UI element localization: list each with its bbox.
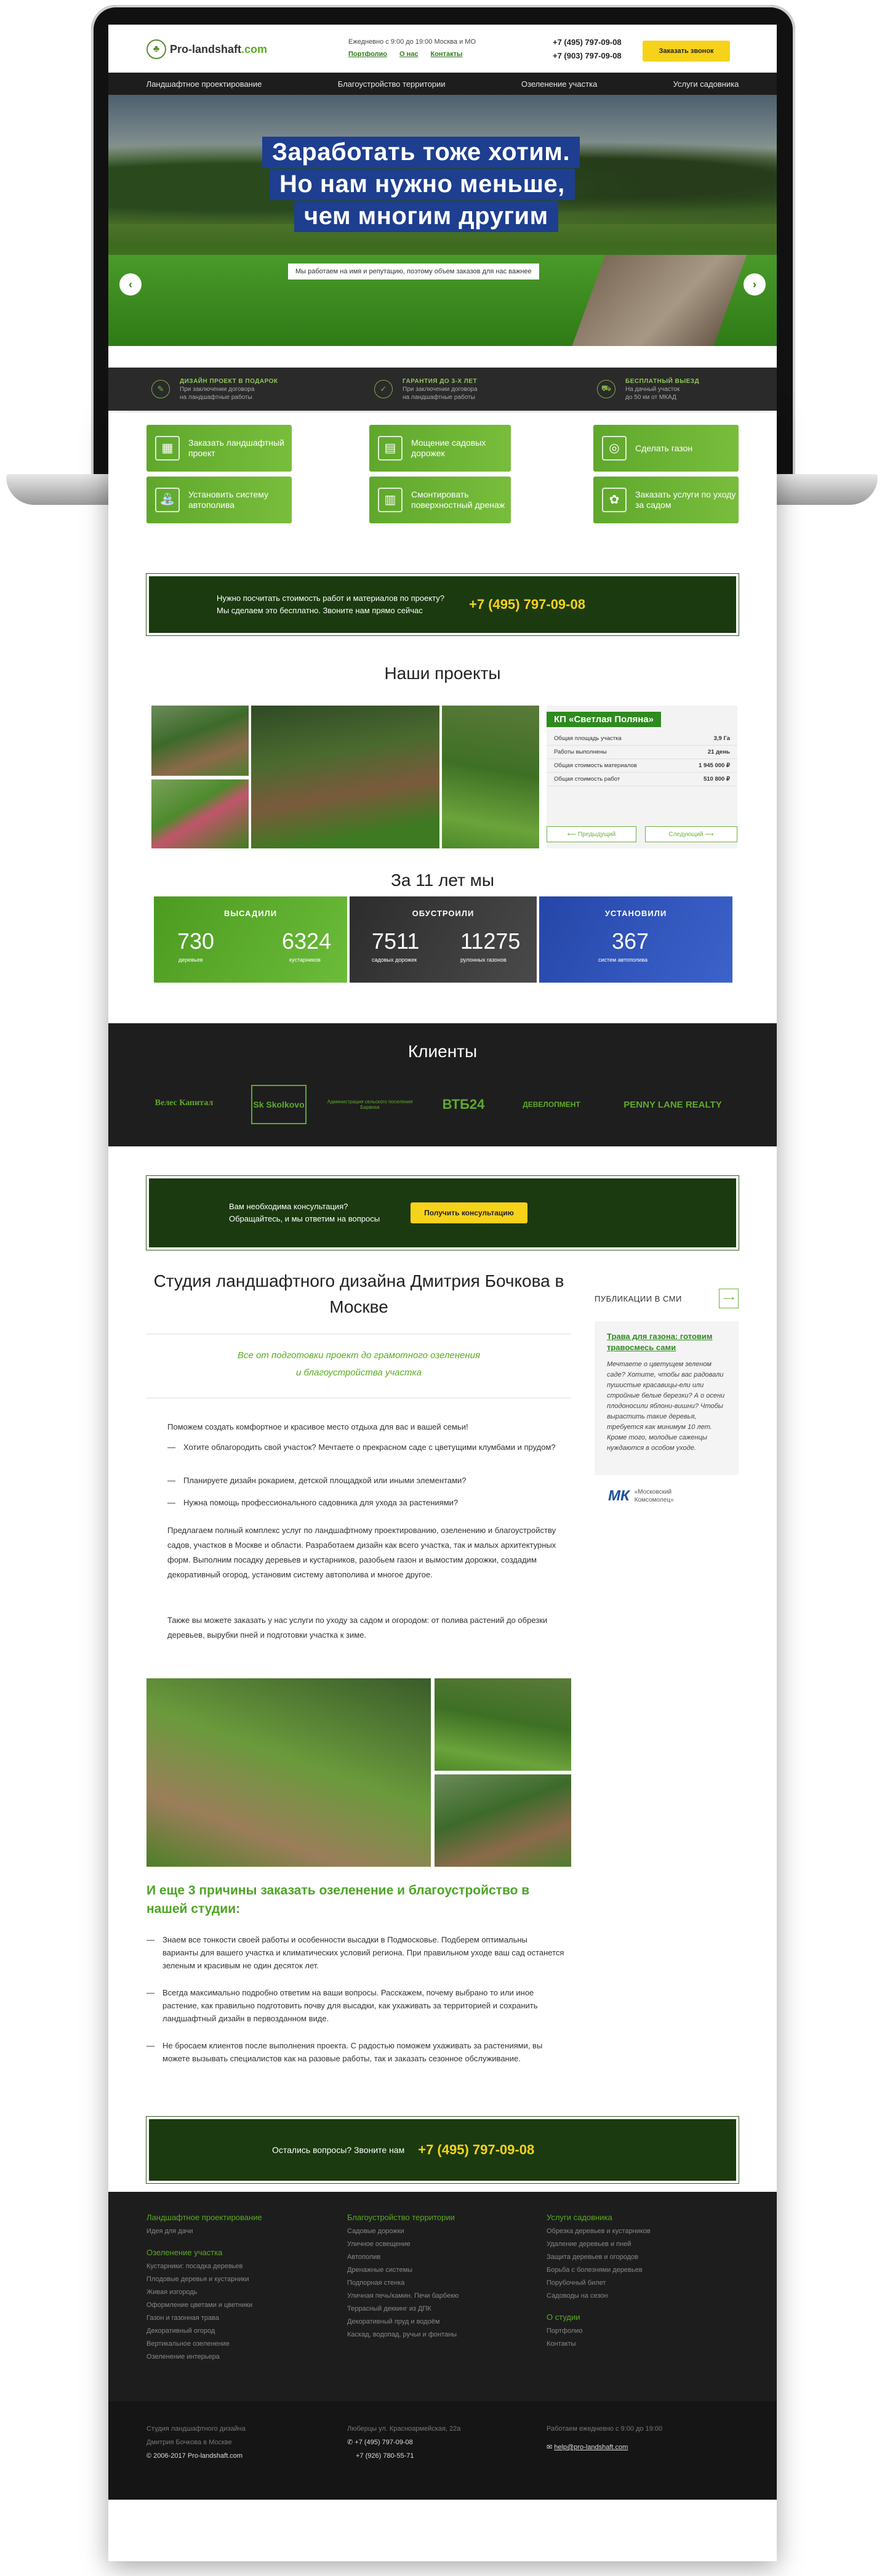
copyright: © 2006-2017 Pro-landshaft.com [146, 2452, 243, 2460]
sidebar-heading: ПУБЛИКАЦИИ В СМИ [595, 1294, 682, 1303]
article-title: Студия ландшафтного дизайна Дмитрия Бочк… [153, 1271, 564, 1316]
article-photo-main[interactable] [146, 1678, 431, 1867]
footer-phone-2[interactable]: +7 (926) 780-55-71 [347, 2449, 460, 2463]
footer-link[interactable]: Обрезка деревьев и кустарников [547, 2225, 651, 2238]
mk-logo: МК [608, 1487, 630, 1504]
footer-email-block: Работаем ежедневно с 9:00 до 19:00 ✉ hel… [547, 2422, 662, 2454]
footer-link[interactable]: Уличное освещение [347, 2238, 459, 2251]
footer-contacts: Люберцы ул. Красноармейская, 22а ✆ +7 (4… [347, 2422, 460, 2463]
article-bullet: Нужна помощь профессионального садовника… [167, 1496, 570, 1509]
footer: Ландшафтное проектирование Идея для дачи… [108, 2192, 777, 2401]
reason-item: Всегда максимально подробно ответим на в… [146, 1986, 565, 2025]
footer-heading[interactable]: О студии [547, 2310, 651, 2325]
footer-hours: Работаем ежедневно с 9:00 до 19:00 [547, 2425, 663, 2433]
reason-item: Знаем все тонкости своей работы и особен… [146, 1933, 565, 1972]
footer-heading[interactable]: Благоустройство территории [347, 2210, 459, 2225]
footer-link[interactable]: Живая изгородь [146, 2286, 262, 2299]
footer-col-2: Благоустройство территории Садовые дорож… [347, 2210, 459, 2341]
footer-link[interactable]: Контакты [547, 2338, 651, 2351]
footer-link[interactable]: Вертикальное озеленение [146, 2338, 262, 2351]
article-bullet: Хотите облагородить свой участок? Мечтае… [167, 1441, 570, 1454]
press-link[interactable]: Трава для газона: готовим травосмесь сам… [607, 1332, 713, 1352]
footer-link[interactable]: Садоводы на сезон [547, 2290, 651, 2303]
footer-heading[interactable]: Услуги садовника [547, 2210, 651, 2225]
footer-heading[interactable]: Ландшафтное проектирование [146, 2210, 262, 2225]
footer-link[interactable]: Дренажные системы [347, 2264, 459, 2277]
article-photo-3[interactable] [435, 1774, 571, 1867]
footer-link[interactable]: Автополив [347, 2251, 459, 2264]
footer-link[interactable]: Порубочный билет [547, 2277, 651, 2290]
reasons-heading: И еще 3 причины заказать озеленение и бл… [146, 1883, 530, 1916]
footer-link[interactable]: Борьба с болезнями деревьев [547, 2264, 651, 2277]
footer-bottom: Студия ландшафтного дизайна Дмитрия Бочк… [108, 2401, 777, 2500]
press-source-name: «Московский Комсомолец» [634, 1489, 674, 1503]
article-paragraph: Также вы можете заказать у нас услуги по… [167, 1616, 548, 1640]
article-bullet: Планируете дизайн рокарием, детской площ… [167, 1474, 570, 1487]
press-quote: Мечтаете о цветущем зеленом саде? Хотите… [607, 1361, 725, 1452]
cta-text: Остались вопросы? Звоните нам [272, 2145, 405, 2155]
footer-link[interactable]: Газон и газонная трава [146, 2312, 262, 2325]
footer-link[interactable]: Террасный деккинг из ДПК [347, 2303, 459, 2316]
footer-link[interactable]: Садовые дорожки [347, 2225, 459, 2238]
footer-link[interactable]: Уличная печь/камин. Печи барбекю [347, 2290, 459, 2303]
footer-link[interactable]: Подпорная стенка [347, 2277, 459, 2290]
footer-link[interactable]: Плодовые деревья и кустарники [146, 2273, 262, 2286]
cta-questions: Остались вопросы? Звоните нам +7 (495) 7… [146, 2116, 739, 2184]
article-lead: Все от подготовки проект до грамотного о… [146, 1347, 571, 1382]
footer-phone-1[interactable]: +7 (495) 797-09-08 [355, 2439, 412, 2446]
footer-link[interactable]: Идея для дачи [146, 2225, 262, 2238]
footer-link[interactable]: Удаление деревьев и пней [547, 2238, 651, 2251]
footer-email[interactable]: help@pro-landshaft.com [554, 2444, 628, 2451]
studio-line: Студия ландшафтного дизайна [146, 2425, 246, 2433]
footer-link[interactable]: Каскад, водопад, ручьи и фонтаны [347, 2328, 459, 2341]
address: Люберцы ул. Красноармейская, 22а [347, 2425, 461, 2433]
article-paragraph: Предлагаем полный комплекс услуг по ланд… [167, 1526, 556, 1579]
phone-icon: ✆ [347, 2439, 355, 2446]
footer-col-3: Услуги садовника Обрезка деревьев и куст… [547, 2210, 651, 2351]
article-layer: Студия ландшафтного дизайна Дмитрия Бочк… [108, 0, 777, 2576]
footer-link[interactable]: Декоративный пруд и водоём [347, 2316, 459, 2328]
footer-col-1: Ландшафтное проектирование Идея для дачи… [146, 2210, 262, 2364]
footer-link[interactable]: Озеленение интерьера [146, 2351, 262, 2364]
reason-item: Не бросаем клиентов после выполнения про… [146, 2039, 565, 2065]
footer-link[interactable]: Декоративный огород [146, 2325, 262, 2338]
cta-phone[interactable]: +7 (495) 797-09-08 [418, 2142, 534, 2158]
footer-link[interactable]: Портфолио [547, 2325, 651, 2338]
footer-link[interactable]: Кустарники: посадка деревьев [146, 2260, 262, 2273]
mockup-stage: ♣ Pro-landshaft.com Ежедневно с 9:00 до … [0, 0, 882, 2576]
footer-heading[interactable]: Озеленение участка [146, 2245, 262, 2260]
article-intro: Поможем создать комфортное и красивое ме… [167, 1422, 468, 1431]
lead-line: Все от подготовки проект до грамотного о… [238, 1350, 480, 1361]
press-source: МК «Московский Комсомолец» [608, 1487, 690, 1505]
footer-link[interactable]: Защита деревьев и огородов [547, 2251, 651, 2264]
lead-line: и благоустройства участка [296, 1367, 422, 1378]
footer-link[interactable]: Оформление цветами и цветники [146, 2299, 262, 2312]
footer-studio: Студия ландшафтного дизайна Дмитрия Бочк… [146, 2422, 246, 2463]
article-photo-2[interactable] [435, 1678, 571, 1771]
press-card: Трава для газона: готовим травосмесь сам… [595, 1321, 739, 1475]
arrow-right-icon[interactable]: ⟶ [719, 1289, 739, 1308]
mail-icon: ✉ [547, 2444, 555, 2451]
sidebar-header: ПУБЛИКАЦИИ В СМИ ⟶ [595, 1288, 739, 1309]
studio-line: Дмитрия Бочкова в Москве [146, 2439, 232, 2446]
